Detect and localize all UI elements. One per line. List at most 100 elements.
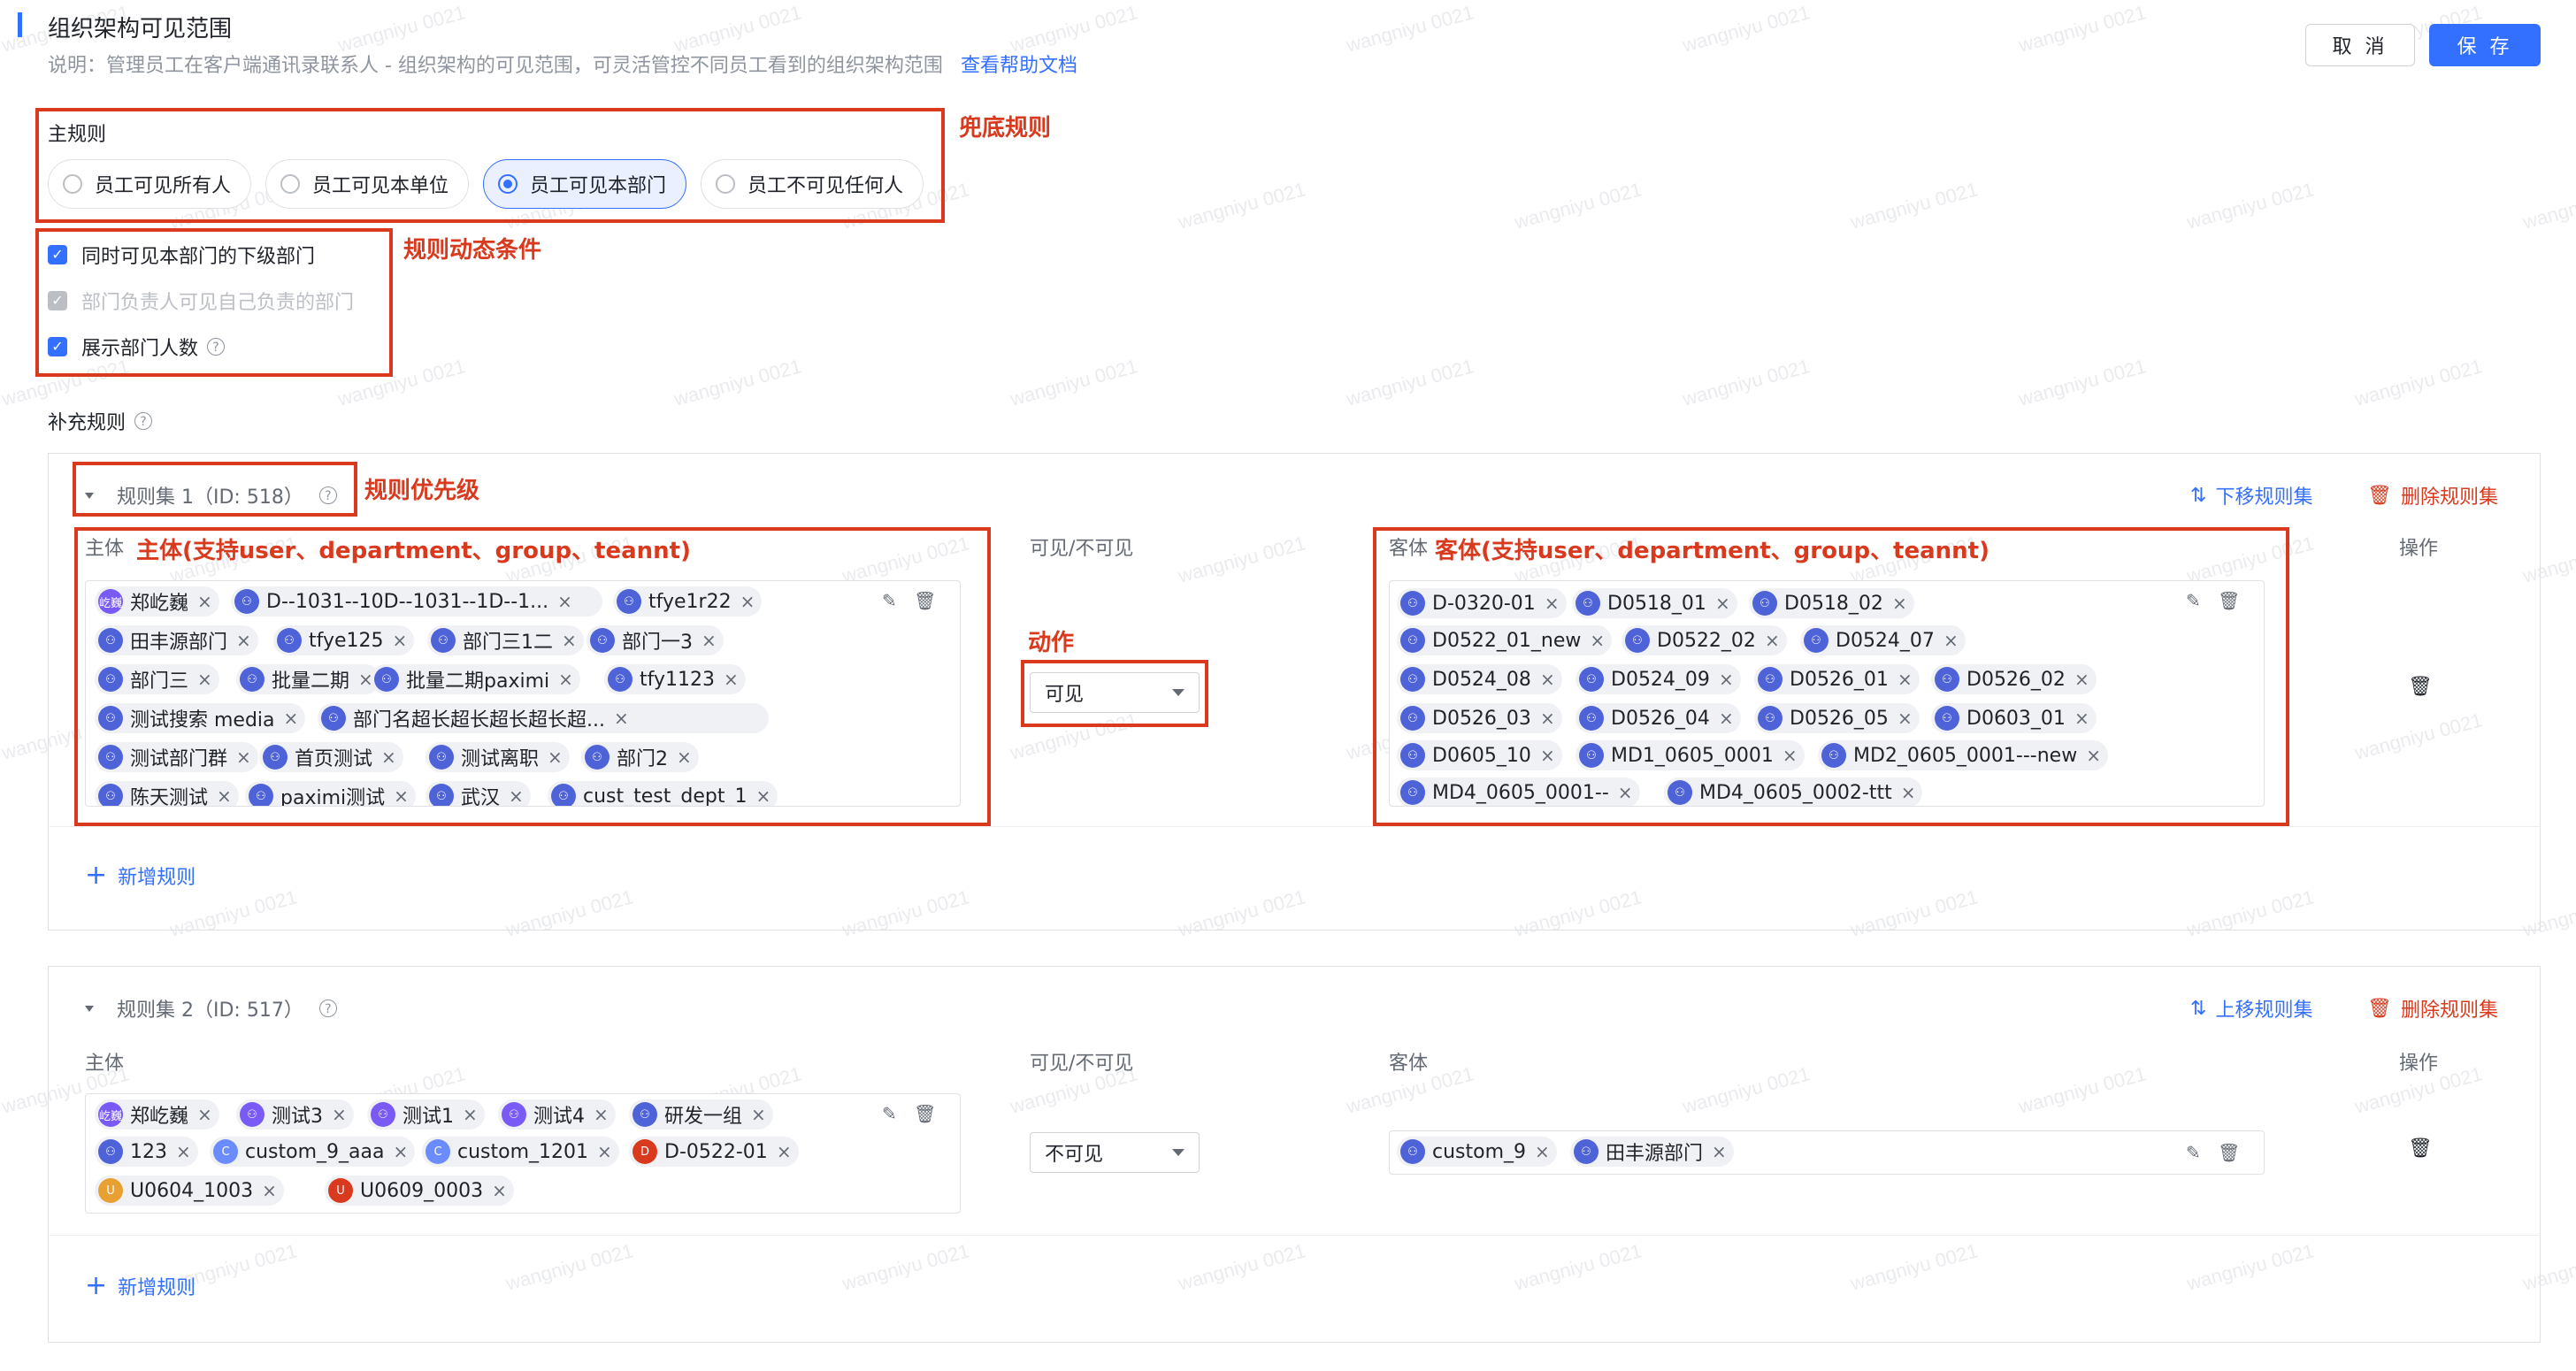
delete-ruleset-1-link[interactable]: 🗑 删除规则集	[2367, 481, 2498, 509]
watermark-text: wangniyu 0021	[1344, 355, 1476, 410]
watermark-text: wangniyu 0021	[2016, 1, 2149, 57]
remove-icon[interactable]: ×	[176, 1141, 191, 1162]
tag-label: custom_9	[1432, 1140, 1527, 1163]
page-title: 组织架构可见范围	[48, 16, 233, 42]
tag-label: U0604_1003	[130, 1179, 254, 1202]
rule-2-subject-box[interactable]: 屹巍 郑屹巍 × ⚇ 测试3 × ⚇ 测试1 × ⚇ 测试4 × ⚇ 研发一组 × ⚇ 123 × Ccustom_…	[85, 1093, 961, 1214]
edit-icon[interactable]: ✎	[2186, 1142, 2201, 1163]
add-rule-button-1[interactable]: + 新增规则	[85, 862, 196, 890]
remove-icon[interactable]: ×	[777, 1141, 792, 1162]
tag-chip[interactable]: Ccustom_9_aaa ×	[210, 1137, 416, 1167]
tag-label: 郑屹巍	[130, 1106, 189, 1128]
supplement-label-text: 补充规则	[48, 412, 126, 434]
tag-label: custom_1201	[457, 1140, 589, 1163]
tag-chip[interactable]: Ccustom_1201 ×	[422, 1137, 619, 1167]
remove-icon[interactable]: ×	[492, 1180, 507, 1201]
remove-icon[interactable]: ×	[262, 1180, 277, 1201]
visibility-select-2[interactable]: 不可见	[1030, 1132, 1200, 1173]
save-button[interactable]: 保 存	[2429, 24, 2541, 66]
group-icon: ⚇	[240, 1102, 264, 1127]
tag-label: U0609_0003	[360, 1179, 484, 1202]
tag-chip[interactable]: ⚇ 测试1 ×	[367, 1099, 485, 1130]
department-icon: ⚇	[1400, 1139, 1425, 1164]
rule-set-title: 规则集 2（ID: 517）	[117, 1000, 303, 1022]
move-down-ruleset-link[interactable]: ⇅ 下移规则集	[2190, 481, 2312, 509]
col-ops-header: 操作	[2399, 1053, 2439, 1075]
col-object-header: 客体	[1389, 1053, 1429, 1075]
remove-icon[interactable]: ×	[597, 1141, 612, 1162]
remove-icon[interactable]: ×	[751, 1104, 766, 1125]
tag-label: 123	[130, 1140, 167, 1163]
rule-2-object-box[interactable]: ⚇ custom_9 × ⚇ 田丰源部门 × ✎ 🗑	[1389, 1130, 2265, 1175]
add-rule-label: 新增规则	[118, 1277, 196, 1299]
add-rule-label: 新增规则	[118, 867, 196, 889]
watermark-text: wangniyu 0021	[2352, 355, 2485, 410]
tenant-icon: U	[98, 1178, 123, 1203]
col-subject-header: 主体	[85, 1053, 125, 1075]
page-description: 说明：管理员工在客户端通讯录联系人 - 组织架构的可见范围，可灵活管控不同员工看…	[48, 50, 1077, 78]
department-icon: ⚇	[98, 1139, 123, 1164]
annotation-box-main-rule	[35, 108, 945, 223]
remove-icon[interactable]: ×	[393, 1141, 408, 1162]
rule-set-2-header[interactable]: 规则集 2（ID: 517）?	[85, 994, 337, 1023]
clear-icon[interactable]: 🗑	[2218, 1142, 2240, 1163]
cancel-button[interactable]: 取 消	[2305, 24, 2415, 66]
tag-chip[interactable]: ⚇ 研发一组 ×	[629, 1099, 773, 1130]
remove-icon[interactable]: ×	[332, 1104, 347, 1125]
remove-icon[interactable]: ×	[463, 1104, 478, 1125]
tag-label: 测试3	[272, 1106, 323, 1128]
remove-icon[interactable]: ×	[1712, 1141, 1727, 1162]
watermark-text: wangniyu 0021	[671, 355, 804, 410]
watermark-text: wangniyu 0021	[2520, 178, 2576, 234]
remove-icon[interactable]: ×	[1535, 1141, 1550, 1162]
watermark-text: wangniyu 0021	[1512, 178, 1644, 234]
remove-icon[interactable]: ×	[594, 1104, 609, 1125]
help-icon[interactable]: ?	[318, 1000, 337, 1017]
help-doc-link[interactable]: 查看帮助文档	[961, 55, 1077, 77]
tenant-icon: C	[426, 1139, 450, 1164]
select-value: 不可见	[1045, 1144, 1104, 1166]
remove-icon[interactable]: ×	[197, 1104, 212, 1125]
move-label: 下移规则集	[2215, 486, 2313, 509]
tag-chip[interactable]: ⚇ 测试4 ×	[498, 1099, 616, 1130]
divider	[50, 1235, 2539, 1236]
description-text: 说明：管理员工在客户端通讯录联系人 - 组织架构的可见范围，可灵活管控不同员工看…	[48, 55, 943, 77]
col-visible-header: 可见/不可见	[1030, 538, 1134, 560]
tag-label: 测试1	[402, 1106, 454, 1128]
annotation-box-priority	[73, 462, 357, 517]
department-icon: ⚇	[1574, 1139, 1598, 1164]
move-up-ruleset-link[interactable]: ⇅ 上移规则集	[2190, 994, 2312, 1023]
add-rule-button-2[interactable]: + 新增规则	[85, 1272, 196, 1300]
annotation-box-object	[1373, 527, 2289, 826]
tag-chip[interactable]: U U0604_1003 ×	[95, 1176, 284, 1206]
trash-icon: 🗑	[2367, 997, 2392, 1020]
clear-icon[interactable]: 🗑	[914, 1103, 936, 1124]
tag-chip[interactable]: ⚇ 123 ×	[95, 1137, 198, 1167]
watermark-text: wangniyu 0021	[1176, 178, 1308, 234]
tag-chip[interactable]: D D-0522-01 ×	[629, 1137, 799, 1167]
delete-ruleset-2-link[interactable]: 🗑 删除规则集	[2367, 994, 2498, 1023]
tag-chip[interactable]: U U0609_0003 ×	[325, 1176, 514, 1206]
help-icon[interactable]: ?	[134, 412, 153, 430]
group-icon: ⚇	[371, 1102, 395, 1127]
edit-icon[interactable]: ✎	[882, 1103, 897, 1124]
tag-chip[interactable]: ⚇ custom_9 ×	[1397, 1137, 1557, 1167]
delete-label: 删除规则集	[2400, 486, 2498, 509]
tenant-icon: D	[632, 1139, 657, 1164]
delete-rule-icon[interactable]: 🗑	[2408, 676, 2433, 698]
tag-chip[interactable]: ⚇ 田丰源部门 ×	[1570, 1137, 1734, 1167]
annotation-rule-priority: 规则优先级	[364, 478, 480, 504]
tag-chip[interactable]: ⚇ 测试3 ×	[236, 1099, 354, 1130]
annotation-action: 动作	[1028, 630, 1075, 656]
move-label: 上移规则集	[2215, 1000, 2313, 1022]
watermark-text: wangniyu 0021	[1680, 355, 1813, 410]
tag-chip[interactable]: 屹巍 郑屹巍 ×	[95, 1099, 219, 1130]
collapse-icon[interactable]	[85, 1005, 94, 1012]
tag-label: D-0522-01	[664, 1140, 768, 1163]
avatar: 屹巍	[98, 1102, 123, 1127]
delete-rule-icon[interactable]: 🗑	[2408, 1137, 2433, 1160]
col-visible-header: 可见/不可见	[1030, 1053, 1134, 1075]
tag-label: 田丰源部门	[1606, 1143, 1704, 1165]
trash-icon: 🗑	[2367, 484, 2392, 507]
tenant-icon: U	[328, 1178, 353, 1203]
